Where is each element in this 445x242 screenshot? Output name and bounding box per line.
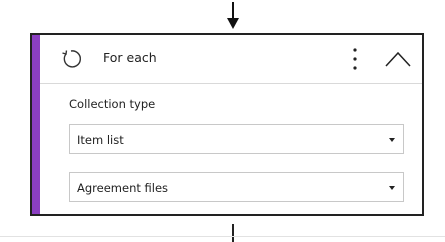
dropdown-caret-icon xyxy=(389,186,395,190)
source-select[interactable]: Agreement files xyxy=(69,172,404,202)
chevron-up-icon[interactable] xyxy=(384,48,412,70)
collection-type-label: Collection type xyxy=(69,97,156,111)
source-value: Agreement files xyxy=(77,181,169,195)
card-accent-bar xyxy=(32,35,40,214)
for-each-action-card[interactable]: For each Collection type Item list Agree… xyxy=(30,33,424,216)
flow-connector-line xyxy=(232,224,234,242)
collection-type-select[interactable]: Item list xyxy=(69,124,404,154)
flow-down-arrow-icon xyxy=(227,2,239,29)
card-title: For each xyxy=(103,50,157,65)
vertical-ellipsis-icon[interactable] xyxy=(348,45,362,73)
dropdown-caret-icon xyxy=(389,138,395,142)
collection-type-value: Item list xyxy=(77,133,124,147)
divider xyxy=(0,236,445,237)
card-header[interactable]: For each xyxy=(40,35,422,84)
loop-arrow-icon xyxy=(62,50,82,68)
